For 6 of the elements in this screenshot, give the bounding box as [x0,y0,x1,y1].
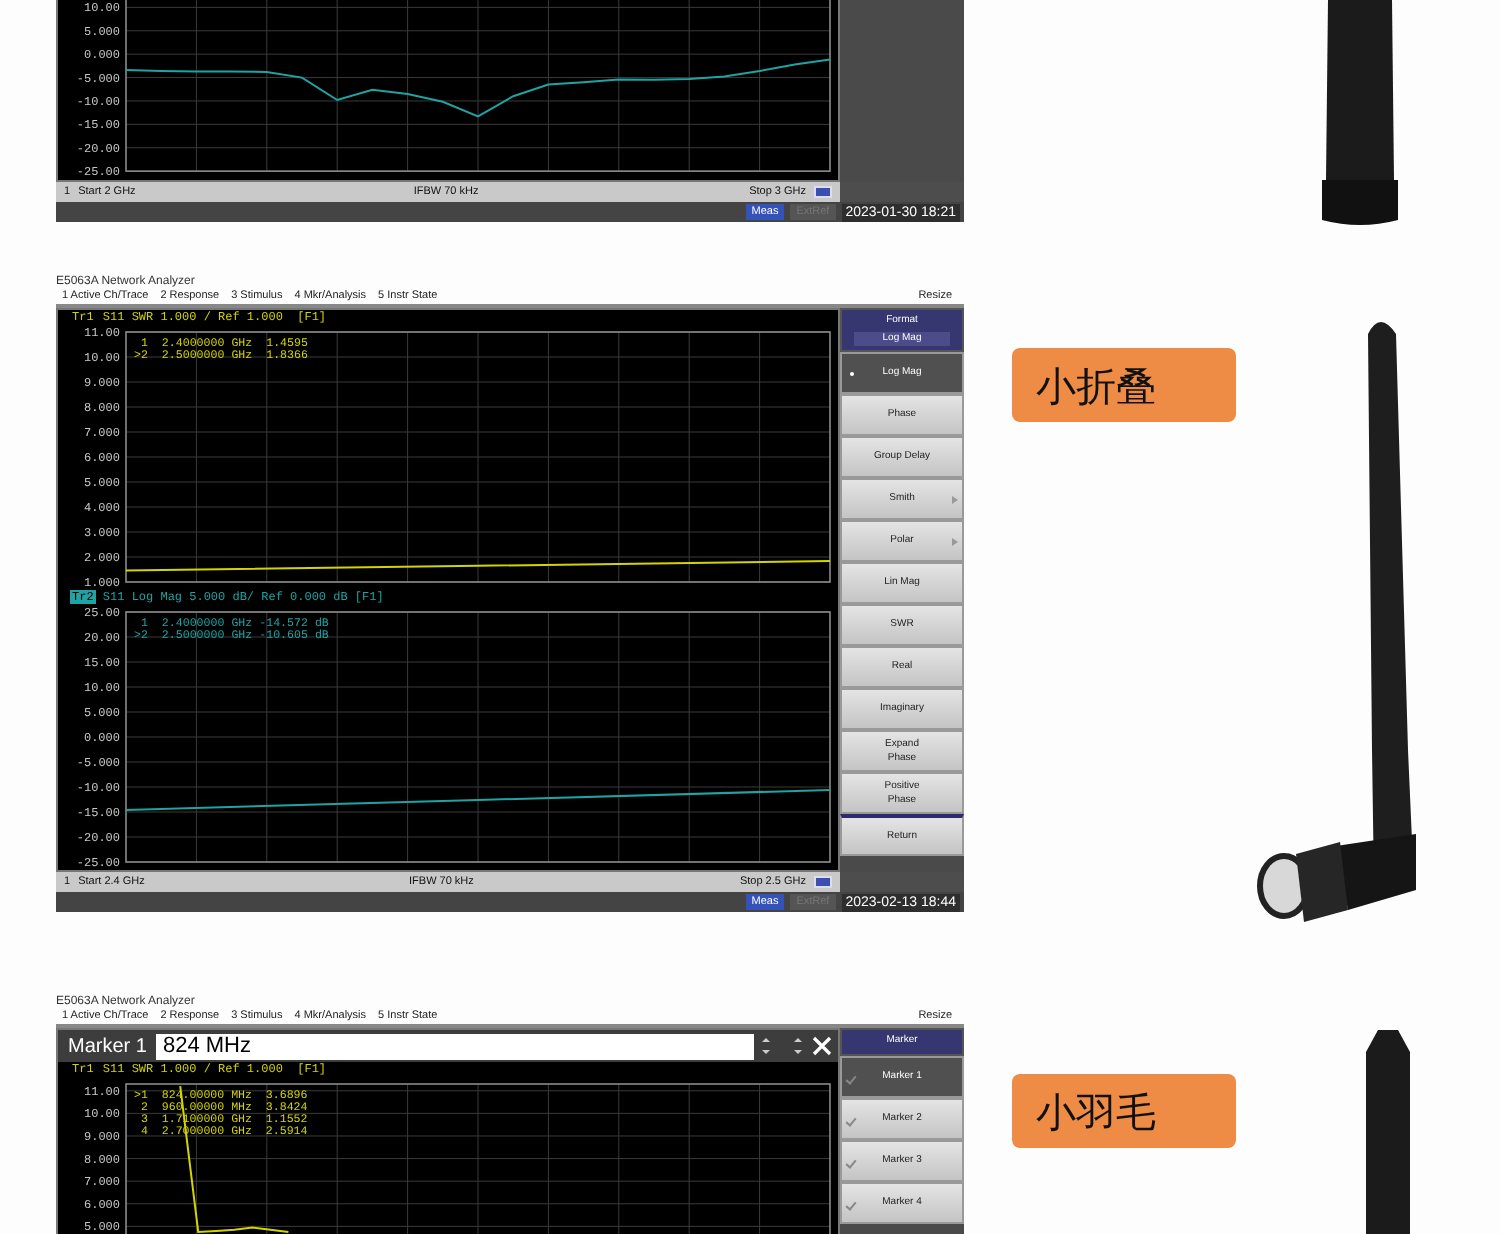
spin-arrows-icon[interactable] [758,1034,806,1058]
product-label: 小折叠 [1012,348,1236,422]
value-field[interactable]: 824 MHz [156,1033,754,1059]
entry-label: Marker 1 [66,1033,149,1059]
product-label: 小羽毛 [1012,1074,1236,1148]
close-icon[interactable] [810,1034,834,1058]
